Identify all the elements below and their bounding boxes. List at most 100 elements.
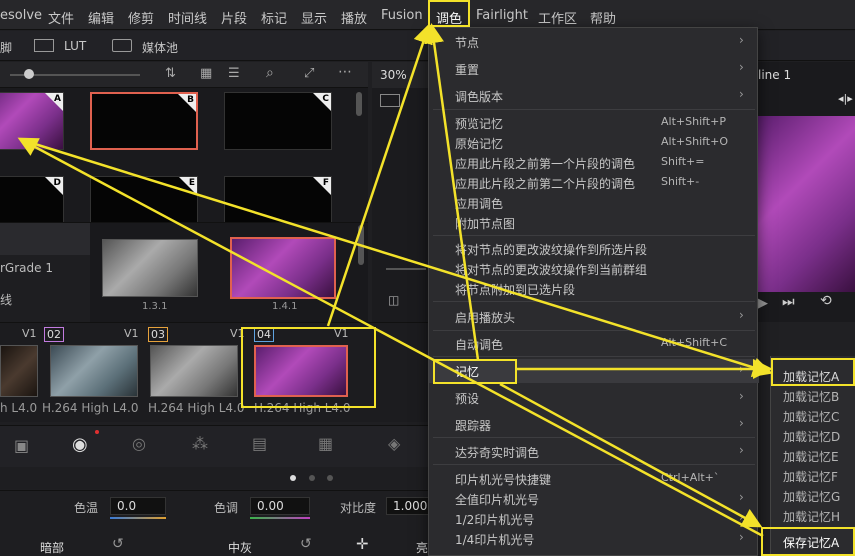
album-header xyxy=(0,223,90,255)
reset-midtones-icon[interactable]: ↺ xyxy=(300,536,312,552)
loop-icon[interactable]: ⟲ xyxy=(820,293,832,309)
load-memory-b[interactable]: 加载记忆B xyxy=(783,388,839,405)
sort-icon[interactable]: ⇅ xyxy=(165,66,176,81)
menu-item-ripple-selected[interactable]: 将对节点的更改波纹操作到所选片段 xyxy=(455,241,647,258)
load-memory-e[interactable]: 加载记忆E xyxy=(783,448,839,465)
album-list: rGrade 1 线 xyxy=(0,222,90,322)
lut-icon[interactable] xyxy=(34,39,54,52)
menu-item-grade-versions[interactable]: 调色版本 xyxy=(455,88,503,105)
menu-separator xyxy=(433,301,755,302)
menu-item-ripple-group[interactable]: 将对节点的更改波纹操作到当前群组 xyxy=(455,261,647,278)
tint-field[interactable]: 0.00 xyxy=(250,497,310,515)
menu-clip[interactable]: 片段 xyxy=(221,8,247,27)
crosshair-icon[interactable]: ✛ xyxy=(356,535,369,553)
menu-app[interactable]: esolve xyxy=(0,8,42,23)
album-item-line[interactable]: 线 xyxy=(0,291,12,308)
still-b[interactable]: B xyxy=(90,92,198,150)
reset-shadows-icon[interactable]: ↺ xyxy=(112,536,124,552)
menu-fusion[interactable]: Fusion xyxy=(381,8,423,23)
media-pool-icon[interactable] xyxy=(112,39,132,52)
page-dot-active[interactable] xyxy=(290,475,296,481)
scrub-bar[interactable] xyxy=(386,268,426,270)
load-memory-c[interactable]: 加载记忆C xyxy=(783,408,839,425)
timeline-name[interactable]: line 1 xyxy=(758,68,791,82)
menu-item-live-grade[interactable]: 达芬奇实时调色 xyxy=(455,444,539,461)
menu-item-original-memory[interactable]: 原始记忆 xyxy=(455,135,503,152)
menu-item-quarter-printer-lights[interactable]: 1/4印片机光号 xyxy=(455,531,534,548)
play-icon[interactable]: ▶ xyxy=(758,296,768,311)
clip-thumb[interactable] xyxy=(50,345,138,397)
grid-view-icon[interactable]: ▦ xyxy=(200,66,212,81)
temp-field[interactable]: 0.0 xyxy=(110,497,166,515)
motion-effects-icon[interactable]: ▤ xyxy=(252,434,267,453)
strip-clip-thumb[interactable] xyxy=(102,239,198,297)
rgb-mixer-icon[interactable]: ⁂ xyxy=(192,434,208,453)
menu-item-auto-color[interactable]: 自动调色 xyxy=(455,336,503,353)
load-memory-g[interactable]: 加载记忆G xyxy=(783,488,840,505)
hdr-icon[interactable]: ◎ xyxy=(132,434,146,453)
clip-track: V1 xyxy=(124,327,139,340)
contrast-field[interactable]: 1.000 xyxy=(386,497,430,515)
album-item-grade[interactable]: rGrade 1 xyxy=(0,261,53,275)
menu-file[interactable]: 文件 xyxy=(48,8,74,27)
expand-icon[interactable]: ⤢ xyxy=(304,66,314,81)
menu-edit[interactable]: 编辑 xyxy=(88,8,114,27)
menu-item-enable-playhead[interactable]: 启用播放头 xyxy=(455,309,515,326)
color-wheels-icon[interactable]: ◉ xyxy=(72,434,88,455)
menu-item-half-printer-lights[interactable]: 1/2印片机光号 xyxy=(455,511,534,528)
list-view-icon[interactable]: ☰ xyxy=(228,66,240,81)
viewer-panel: line 1 ◂|▸ ▶ ⏭ ⟲ xyxy=(758,62,855,322)
menu-timeline[interactable]: 时间线 xyxy=(168,8,207,27)
gallery-zoom-handle[interactable] xyxy=(24,69,34,79)
load-memory-f[interactable]: 加载记忆F xyxy=(783,468,838,485)
menu-workspace[interactable]: 工作区 xyxy=(538,8,577,27)
clip-thumb[interactable] xyxy=(0,345,38,397)
strip-clip-thumb-selected[interactable] xyxy=(230,237,336,299)
search-icon[interactable]: ⌕ xyxy=(266,65,274,81)
gallery-scrollbar[interactable] xyxy=(356,92,362,116)
menu-item-nodes[interactable]: 节点 xyxy=(455,34,479,51)
menu-help[interactable]: 帮助 xyxy=(590,8,616,27)
clip-caption: H.264 High L4.0 xyxy=(148,401,245,415)
menu-item-preview-memory[interactable]: 预览记忆 xyxy=(455,115,503,132)
load-memory-d[interactable]: 加载记忆D xyxy=(783,428,840,445)
page-dot[interactable] xyxy=(327,475,333,481)
menu-item-tracker[interactable]: 跟踪器 xyxy=(455,417,491,434)
curves-icon[interactable]: ▦ xyxy=(318,434,333,453)
menu-trim[interactable]: 修剪 xyxy=(128,8,154,27)
menu-view[interactable]: 显示 xyxy=(301,8,327,27)
color-warper-icon[interactable]: ◈ xyxy=(388,434,400,453)
still-a[interactable]: A xyxy=(0,92,64,150)
menu-item-full-printer-lights[interactable]: 全值印片机光号 xyxy=(455,491,539,508)
more-options-icon[interactable]: ⋯ xyxy=(338,64,352,80)
menu-item-append-node-graph[interactable]: 附加节点图 xyxy=(455,215,515,232)
menu-fairlight[interactable]: Fairlight xyxy=(476,8,528,23)
page-dot[interactable] xyxy=(309,475,315,481)
viewer-zoom[interactable]: 30% xyxy=(380,68,407,82)
viewer-mode-icon[interactable]: ◫ xyxy=(388,293,399,307)
menu-mark[interactable]: 标记 xyxy=(261,8,287,27)
split-view-icon[interactable] xyxy=(380,94,400,107)
next-clip-icon[interactable]: ⏭ xyxy=(782,294,795,310)
lut-button[interactable]: LUT xyxy=(64,39,86,53)
menu-item-presets[interactable]: 预设 xyxy=(455,390,479,407)
media-pool-button[interactable]: 媒体池 xyxy=(142,39,178,56)
clip-thumb[interactable] xyxy=(150,345,238,397)
submenu-arrow: › xyxy=(739,362,744,376)
still-c[interactable]: C xyxy=(224,92,332,150)
menu-item-apply-grade[interactable]: 应用调色 xyxy=(455,195,503,212)
menu-item-append-node[interactable]: 将节点附加到已选片段 xyxy=(455,281,575,298)
shortcut: Alt+Shift+P xyxy=(661,115,726,128)
menu-item-apply-prev-two[interactable]: 应用此片段之前第二个片段的调色 xyxy=(455,175,635,192)
strip-scrollbar[interactable] xyxy=(358,225,364,265)
menu-separator xyxy=(433,330,755,331)
menu-item-apply-prev-one[interactable]: 应用此片段之前第一个片段的调色 xyxy=(455,155,635,172)
menu-item-printer-lights[interactable]: 印片机光号快捷键 xyxy=(455,471,551,488)
menu-playback[interactable]: 播放 xyxy=(341,8,367,27)
load-memory-h[interactable]: 加载记忆H xyxy=(783,508,840,525)
menu-separator xyxy=(433,109,755,110)
camera-raw-icon[interactable]: ▣ xyxy=(14,436,29,455)
contrast-label: 对比度 xyxy=(340,501,377,515)
menu-item-reset[interactable]: 重置 xyxy=(455,61,479,78)
viewer-nav-icon[interactable]: ◂|▸ xyxy=(838,92,853,105)
